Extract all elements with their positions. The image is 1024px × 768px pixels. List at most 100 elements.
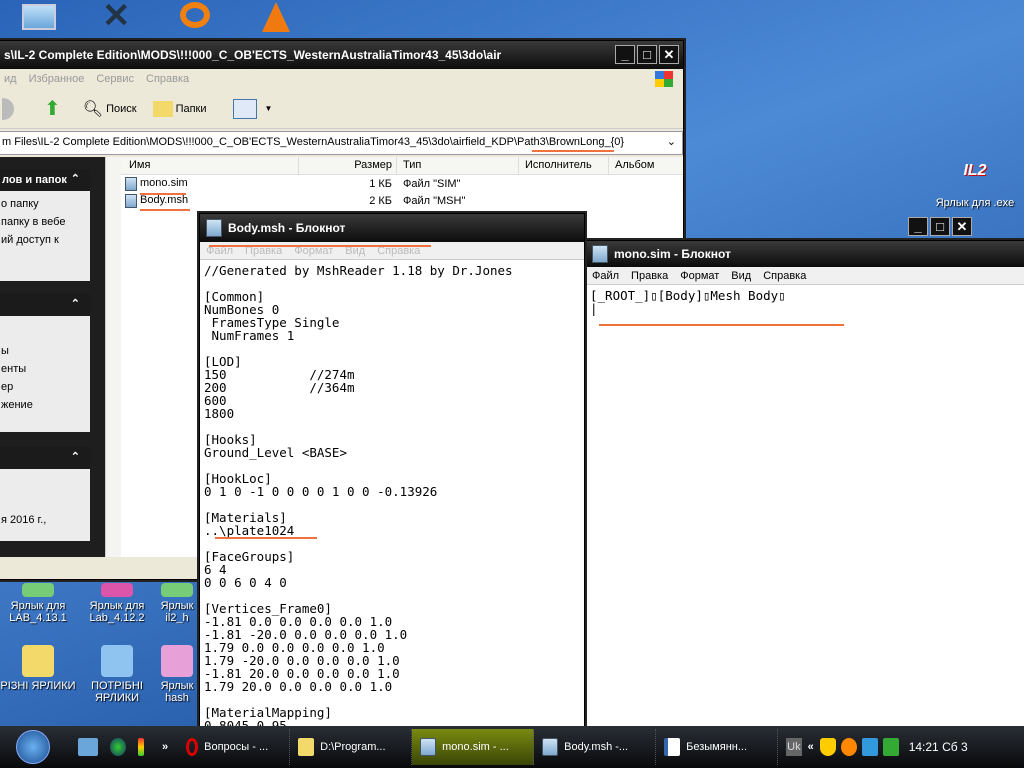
column-size[interactable]: Размер (298, 157, 396, 174)
orange-app-icon[interactable] (840, 738, 857, 756)
menu-file[interactable]: Файл (592, 270, 619, 282)
file-icon (125, 193, 137, 208)
place-link[interactable]: ер (1, 378, 90, 396)
text-line: 200 //364m (204, 380, 355, 395)
close-button[interactable]: ✕ (659, 45, 679, 64)
task-link[interactable]: о папку (1, 195, 90, 213)
mono-title-bar[interactable]: mono.sim - Блокнот (586, 241, 1024, 267)
desktop-icon-il2h[interactable]: Ярлык il2_h (155, 583, 199, 624)
text-line: NumFrames 1 (204, 328, 295, 343)
il2-logo-icon: IL2 (963, 162, 987, 179)
desktop-icon-orange-app[interactable] (180, 2, 210, 28)
file-size: 1 КБ (369, 177, 392, 190)
column-artist[interactable]: Исполнитель (518, 157, 608, 174)
place-link[interactable]: ы (1, 342, 90, 360)
desktop-icon-hash[interactable]: Ярлык hash (155, 645, 199, 704)
back-button[interactable] (2, 97, 14, 120)
taskbar-label: Безымянн... (686, 741, 748, 753)
usb-safe-remove-icon[interactable] (882, 738, 899, 756)
explorer-title-bar[interactable]: s\IL-2 Complete Edition\MODS\!!!000_C_OB… (0, 41, 683, 69)
menu-help[interactable]: Справка (763, 270, 806, 282)
more-chevron-icon[interactable]: » (162, 741, 168, 753)
text-area[interactable]: //Generated by MshReader 1.18 by Dr.Jone… (200, 260, 584, 728)
column-album[interactable]: Альбом (608, 157, 654, 174)
paint-icon (664, 738, 681, 756)
column-type[interactable]: Тип (396, 157, 518, 174)
task-link[interactable]: ий доступ к (1, 231, 90, 249)
panel-header[interactable] (0, 294, 90, 316)
network-globe-icon[interactable] (110, 738, 126, 756)
body-title-bar[interactable]: Body.msh - Блокнот (200, 214, 584, 242)
clock[interactable]: 14:21 Сб 3 (909, 740, 968, 754)
text-line: 600 (204, 393, 227, 408)
place-link[interactable]: енты (1, 360, 90, 378)
tray-expand-icon[interactable]: « (808, 741, 814, 753)
menu-format[interactable]: Формат (680, 270, 719, 282)
body-window-controls: _ □ ✕ (908, 217, 972, 236)
language-indicator[interactable]: Uk (786, 738, 802, 756)
window-title: s\IL-2 Complete Edition\MODS\!!!000_C_OB… (4, 48, 502, 62)
task-link[interactable]: папку в вебе (1, 213, 90, 231)
toolbar: ⬆ 🔍︎ Поиск Папки ▼ (0, 89, 683, 129)
file-name: Body.msh (140, 193, 189, 206)
details-text: я 2016 г., (1, 514, 47, 526)
icon-label: Ярлык для Lab_4.12.2 (89, 600, 145, 624)
notepad-icon (592, 245, 608, 263)
desktop-icon-computer[interactable] (22, 4, 56, 30)
taskbar-label: mono.sim - ... (442, 741, 509, 753)
menu-edit[interactable]: Правка (631, 270, 668, 282)
icon-label: Ярлык il2_h (160, 600, 194, 624)
taskbar-explorer[interactable]: D:\Program... (290, 729, 413, 765)
desktop-folder-potribni[interactable]: ПОТРІБНІ ЯРЛИКИ (77, 645, 157, 704)
taskbar-paint[interactable]: Безымянн... (656, 729, 779, 765)
menu-help[interactable]: Справка (146, 73, 189, 85)
menu-view[interactable]: Вид (731, 270, 751, 282)
folder-icon (22, 645, 54, 677)
text-content: [_ROOT_]▯[Body]▯Mesh Body▯ (590, 288, 786, 303)
desktop-icon-vlc[interactable] (262, 2, 290, 32)
folders-button[interactable]: Папки (152, 100, 207, 117)
desktop-icon-il2[interactable]: IL2 Ярлык для .exe (935, 162, 1015, 209)
place-link[interactable]: жение (1, 396, 90, 414)
file-row[interactable]: Body.msh 2 КБ Файл "MSH" (121, 192, 683, 209)
text-line: 1.79 20.0 0.0 0.0 0.0 1.0 (204, 679, 393, 694)
close-button[interactable]: ✕ (952, 217, 972, 236)
start-button[interactable] (16, 730, 50, 764)
taskbar-opera[interactable]: Вопросы - ... (178, 729, 291, 765)
taskbar-mono-notepad[interactable]: mono.sim - ... (412, 729, 535, 765)
show-desktop-icon[interactable] (78, 738, 98, 756)
text-line: [FaceGroups] (204, 549, 295, 564)
menu-tools[interactable]: Сервис (96, 73, 134, 85)
task-pane: лов и папок о папкупапку в вебеий доступ… (0, 157, 105, 557)
network-icon[interactable] (861, 738, 878, 756)
icon-label: Ярлык для LAB_4.13.1 (9, 600, 67, 624)
shield-icon[interactable] (819, 738, 836, 756)
minimize-button[interactable]: _ (908, 217, 928, 236)
maximize-button[interactable]: □ (930, 217, 950, 236)
desktop-icon-lab4122[interactable]: Ярлык для Lab_4.12.2 (77, 583, 157, 624)
menu-favorites[interactable]: Избранное (29, 73, 85, 85)
traffic-light-icon[interactable] (138, 738, 144, 756)
desktop-icon-lab4131[interactable]: Ярлык для LAB_4.13.1 (0, 583, 78, 624)
panel-header[interactable]: лов и папок (0, 169, 90, 191)
mono-notepad-window: mono.sim - Блокнот Файл Правка Формат Вид Сп… (585, 240, 1024, 730)
file-row[interactable]: mono.sim 1 КБ Файл "SIM" (121, 175, 683, 192)
desktop-folder-rizni[interactable]: РІЗНІ ЯРЛИКИ (0, 645, 78, 692)
taskbar-body-notepad[interactable]: Body.msh -... (534, 729, 657, 765)
pane-scrollbar[interactable] (105, 157, 121, 557)
views-button[interactable] (232, 98, 257, 119)
desktop-icon-x-app[interactable]: ✕ (102, 0, 131, 33)
text-area[interactable]: [_ROOT_]▯[Body]▯Mesh Body▯ | (586, 285, 1024, 319)
address-path: m Files\IL-2 Complete Edition\MODS\!!!00… (2, 136, 625, 148)
taskbar: » Вопросы - ... D:\Program... mono.sim -… (0, 726, 1024, 768)
windows-logo-icon (655, 71, 673, 87)
search-button[interactable]: 🔍︎ Поиск (83, 99, 137, 119)
minimize-button[interactable]: _ (615, 45, 635, 64)
details-panel: я 2016 г., (0, 447, 90, 541)
panel-header[interactable] (0, 447, 90, 469)
text-line (204, 342, 580, 355)
up-folder-icon[interactable]: ⬆ (44, 96, 61, 121)
maximize-button[interactable]: □ (637, 45, 657, 64)
column-name[interactable]: Имя (121, 157, 298, 174)
menu-view[interactable]: ид (4, 73, 17, 85)
